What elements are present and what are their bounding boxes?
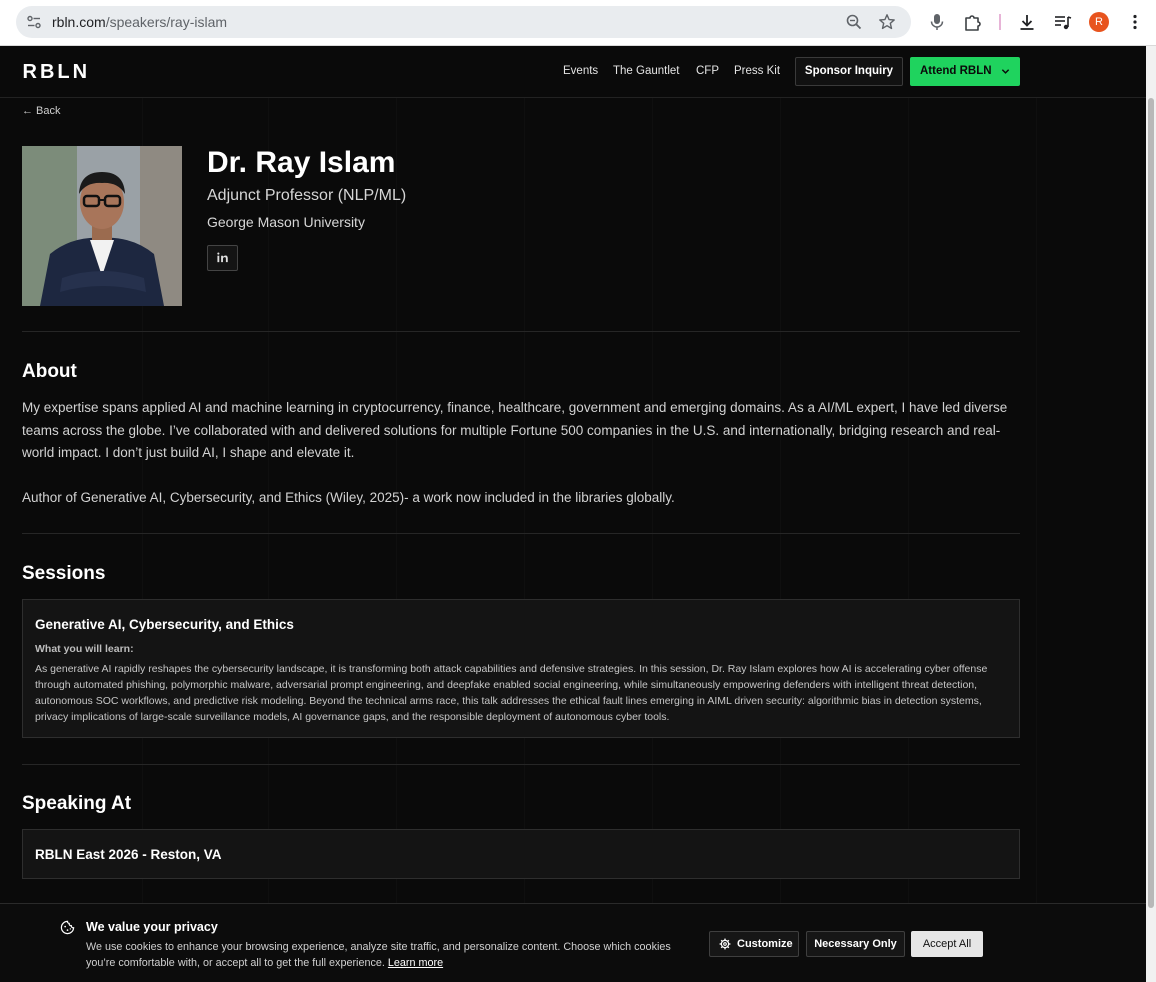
session-learn-label: What you will learn: bbox=[35, 643, 134, 655]
attend-rbln-label: Attend RBLN bbox=[920, 65, 992, 77]
cookie-text: We use cookies to enhance your browsing … bbox=[86, 939, 696, 971]
about-paragraph-2: Author of Generative AI, Cybersecurity, … bbox=[22, 490, 675, 505]
about-heading: About bbox=[22, 361, 77, 382]
speaker-organization: George Mason University bbox=[207, 214, 365, 230]
logo-text: RBLN bbox=[23, 62, 91, 80]
gear-icon bbox=[719, 938, 731, 950]
site-settings-icon[interactable] bbox=[26, 14, 42, 30]
toolbar-divider bbox=[999, 14, 1001, 30]
background-gridline bbox=[1036, 96, 1037, 982]
bookmark-star-icon[interactable] bbox=[878, 13, 896, 31]
nav-link-cfp[interactable]: CFP bbox=[696, 65, 719, 77]
linkedin-button[interactable] bbox=[207, 245, 238, 271]
section-divider bbox=[22, 331, 1020, 332]
rbln-logo[interactable]: RBLN bbox=[22, 62, 123, 80]
zoom-icon[interactable] bbox=[845, 13, 863, 31]
address-bar[interactable]: rbln.com/speakers/ray-islam bbox=[16, 6, 911, 38]
media-controls-icon[interactable] bbox=[1053, 12, 1073, 32]
session-card: Generative AI, Cybersecurity, and Ethics… bbox=[22, 599, 1020, 738]
speaker-title: Adjunct Professor (NLP/ML) bbox=[207, 187, 407, 204]
profile-avatar[interactable]: R bbox=[1089, 12, 1109, 32]
extensions-icon[interactable] bbox=[963, 12, 983, 32]
customize-label: Customize bbox=[737, 938, 793, 950]
site-navbar: RBLN Events The Gauntlet CFP Press Kit S… bbox=[0, 46, 1146, 98]
speaking-event-name: RBLN East 2026 - Reston, VA bbox=[35, 847, 222, 862]
section-divider bbox=[22, 764, 1020, 765]
section-divider bbox=[22, 533, 1020, 534]
about-paragraph-1: My expertise spans applied AI and machin… bbox=[22, 400, 1008, 460]
cookie-icon bbox=[60, 920, 75, 935]
cookie-title: We value your privacy bbox=[86, 920, 218, 934]
sessions-heading: Sessions bbox=[22, 563, 106, 584]
nav-link-press-kit[interactable]: Press Kit bbox=[734, 65, 780, 77]
download-icon[interactable] bbox=[1017, 12, 1037, 32]
speaking-event-card[interactable]: RBLN East 2026 - Reston, VA bbox=[22, 829, 1020, 879]
nav-link-events[interactable]: Events bbox=[563, 65, 598, 77]
speaking-at-heading: Speaking At bbox=[22, 793, 132, 814]
learn-more-link[interactable]: Learn more bbox=[388, 957, 443, 969]
cookie-description: We use cookies to enhance your browsing … bbox=[86, 941, 671, 969]
microphone-icon[interactable] bbox=[927, 12, 947, 32]
scrollbar-thumb[interactable] bbox=[1148, 98, 1154, 908]
chevron-down-icon[interactable] bbox=[1001, 67, 1010, 76]
page-viewport: RBLN Events The Gauntlet CFP Press Kit S… bbox=[0, 46, 1146, 982]
customize-button[interactable]: Customize bbox=[709, 931, 799, 957]
back-link[interactable]: ← Back bbox=[22, 105, 61, 117]
session-title: Generative AI, Cybersecurity, and Ethics bbox=[35, 617, 294, 632]
attend-rbln-button[interactable]: Attend RBLN bbox=[910, 57, 1020, 86]
url-domain: rbln.com bbox=[52, 14, 106, 30]
menu-dots-icon[interactable] bbox=[1125, 12, 1145, 32]
speaker-name: Dr. Ray Islam bbox=[207, 146, 396, 179]
nav-link-the-gauntlet[interactable]: The Gauntlet bbox=[613, 65, 679, 77]
sponsor-inquiry-button[interactable]: Sponsor Inquiry bbox=[795, 57, 903, 86]
session-description: As generative AI rapidly reshapes the cy… bbox=[35, 663, 988, 723]
speaker-photo bbox=[22, 146, 182, 306]
necessary-only-button[interactable]: Necessary Only bbox=[806, 931, 905, 957]
browser-toolbar: rbln.com/speakers/ray-islam R bbox=[0, 0, 1156, 46]
cookie-banner: We value your privacy We use cookies to … bbox=[0, 903, 1146, 982]
url-path: /speakers/ray-islam bbox=[105, 14, 228, 30]
linkedin-icon bbox=[217, 252, 228, 263]
url-text[interactable]: rbln.com/speakers/ray-islam bbox=[52, 14, 227, 30]
page-scrollbar[interactable] bbox=[1146, 46, 1156, 982]
accept-all-button[interactable]: Accept All bbox=[911, 931, 983, 957]
